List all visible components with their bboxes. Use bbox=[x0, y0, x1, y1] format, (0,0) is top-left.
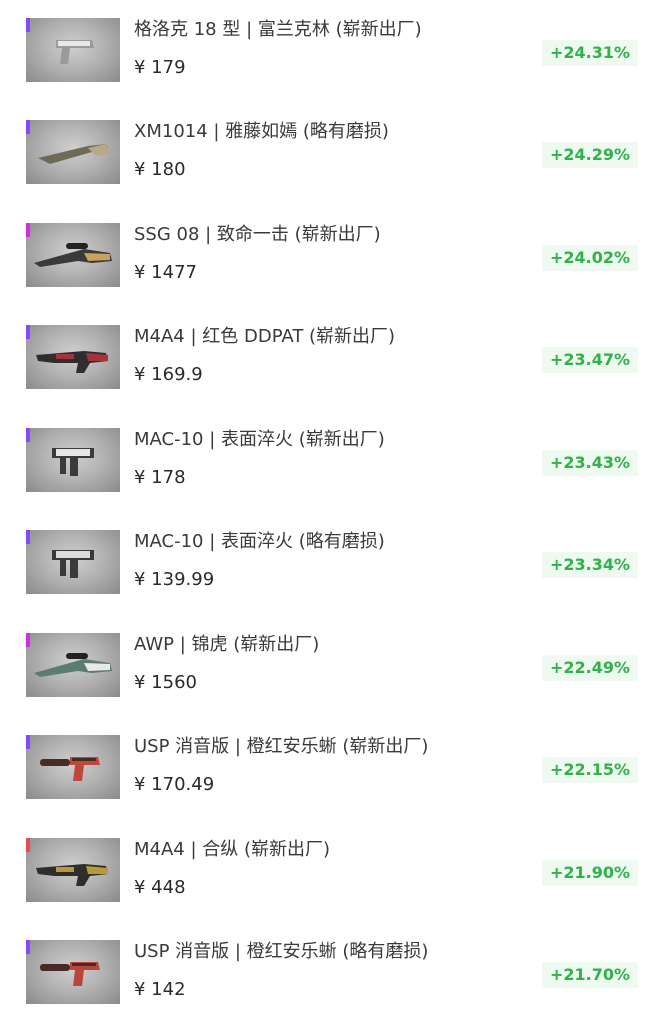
item-price: ¥ 180 bbox=[134, 159, 186, 180]
item-title[interactable]: MAC-10 | 表面淬火 (崭新出厂) bbox=[134, 428, 385, 452]
item-price: ¥ 169.9 bbox=[134, 364, 203, 385]
price-change-badge: +22.49% bbox=[541, 655, 638, 681]
item-price: ¥ 179 bbox=[134, 57, 186, 78]
item-thumbnail[interactable] bbox=[26, 325, 120, 389]
price-change-badge: +21.90% bbox=[541, 860, 638, 886]
item-thumbnail[interactable] bbox=[26, 530, 120, 594]
item-price: ¥ 1477 bbox=[134, 262, 197, 283]
list-item[interactable]: MAC-10 | 表面淬火 (崭新出厂) ¥ 178 +23.43% bbox=[0, 426, 662, 522]
price-change-badge: +23.43% bbox=[541, 450, 638, 476]
list-item[interactable]: SSG 08 | 致命一击 (崭新出厂) ¥ 1477 +24.02% bbox=[0, 221, 662, 317]
item-thumbnail[interactable] bbox=[26, 120, 120, 184]
item-title[interactable]: MAC-10 | 表面淬火 (略有磨损) bbox=[134, 530, 385, 554]
list-item[interactable]: AWP | 锦虎 (崭新出厂) ¥ 1560 +22.49% bbox=[0, 631, 662, 727]
item-thumbnail[interactable] bbox=[26, 223, 120, 287]
price-change-list: 格洛克 18 型 | 富兰克林 (崭新出厂) ¥ 179 +24.31% XM1014… bbox=[0, 0, 662, 1024]
price-change-badge: +23.47% bbox=[541, 347, 638, 373]
item-title[interactable]: M4A4 | 红色 DDPAT (崭新出厂) bbox=[134, 325, 395, 349]
list-item[interactable]: USP 消音版 | 橙红安乐蜥 (略有磨损) ¥ 142 +21.70% bbox=[0, 938, 662, 1034]
item-price: ¥ 142 bbox=[134, 979, 186, 1000]
item-thumbnail[interactable] bbox=[26, 735, 120, 799]
list-item[interactable]: MAC-10 | 表面淬火 (略有磨损) ¥ 139.99 +23.34% bbox=[0, 528, 662, 624]
item-thumbnail[interactable] bbox=[26, 428, 120, 492]
list-item[interactable]: USP 消音版 | 橙红安乐蜥 (崭新出厂) ¥ 170.49 +22.15% bbox=[0, 733, 662, 829]
item-thumbnail[interactable] bbox=[26, 838, 120, 902]
item-price: ¥ 448 bbox=[134, 877, 186, 898]
item-title[interactable]: XM1014 | 雅藤如嫣 (略有磨损) bbox=[134, 120, 389, 144]
item-title[interactable]: 格洛克 18 型 | 富兰克林 (崭新出厂) bbox=[134, 18, 422, 42]
list-item[interactable]: 格洛克 18 型 | 富兰克林 (崭新出厂) ¥ 179 +24.31% bbox=[0, 16, 662, 112]
price-change-badge: +24.31% bbox=[541, 40, 638, 66]
price-change-badge: +24.02% bbox=[541, 245, 638, 271]
item-thumbnail[interactable] bbox=[26, 18, 120, 82]
item-price: ¥ 170.49 bbox=[134, 774, 215, 795]
item-title[interactable]: SSG 08 | 致命一击 (崭新出厂) bbox=[134, 223, 381, 247]
list-item[interactable]: M4A4 | 红色 DDPAT (崭新出厂) ¥ 169.9 +23.47% bbox=[0, 323, 662, 419]
price-change-badge: +22.15% bbox=[541, 757, 638, 783]
price-change-badge: +24.29% bbox=[541, 142, 638, 168]
list-item[interactable]: M4A4 | 合纵 (崭新出厂) ¥ 448 +21.90% bbox=[0, 836, 662, 932]
item-title[interactable]: AWP | 锦虎 (崭新出厂) bbox=[134, 633, 319, 657]
price-change-badge: +21.70% bbox=[541, 962, 638, 988]
item-thumbnail[interactable] bbox=[26, 940, 120, 1004]
item-title[interactable]: M4A4 | 合纵 (崭新出厂) bbox=[134, 838, 330, 862]
item-thumbnail[interactable] bbox=[26, 633, 120, 697]
item-title[interactable]: USP 消音版 | 橙红安乐蜥 (崭新出厂) bbox=[134, 735, 428, 759]
item-price: ¥ 139.99 bbox=[134, 569, 215, 590]
item-price: ¥ 1560 bbox=[134, 672, 197, 693]
list-item[interactable]: XM1014 | 雅藤如嫣 (略有磨损) ¥ 180 +24.29% bbox=[0, 118, 662, 214]
item-title[interactable]: USP 消音版 | 橙红安乐蜥 (略有磨损) bbox=[134, 940, 428, 964]
item-price: ¥ 178 bbox=[134, 467, 186, 488]
price-change-badge: +23.34% bbox=[541, 552, 638, 578]
